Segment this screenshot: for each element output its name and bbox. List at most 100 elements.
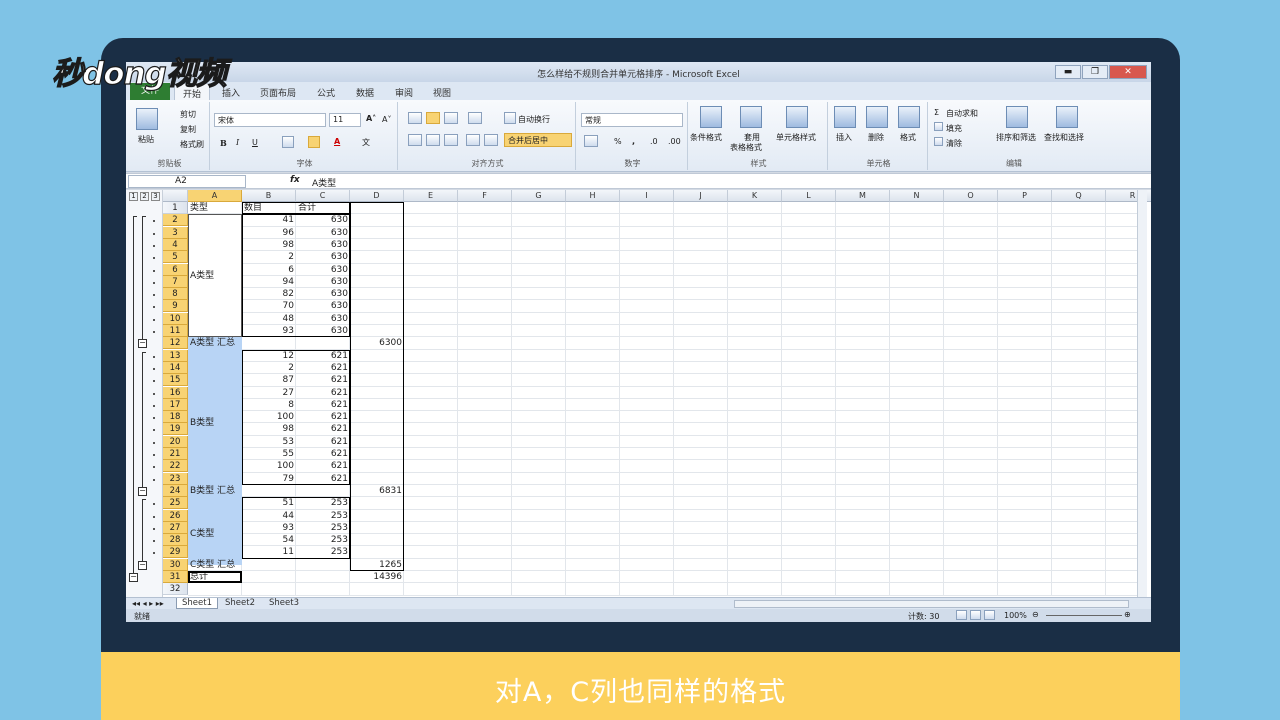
row-header[interactable]: 32 — [163, 583, 188, 596]
merged-type-label[interactable]: A类型 — [188, 270, 216, 282]
column-header-i[interactable]: I — [620, 190, 674, 202]
row-header[interactable]: 9 — [163, 300, 188, 313]
row-header[interactable]: 7 — [163, 275, 188, 288]
row-header[interactable]: 3 — [163, 226, 188, 239]
row-header[interactable]: 12 — [163, 337, 188, 350]
grow-font-button[interactable]: A˄ — [366, 114, 376, 123]
delete-cells-button[interactable]: 删除 — [868, 132, 884, 143]
format-painter-button[interactable]: 格式刷 — [180, 139, 204, 150]
collapse-group-button[interactable]: − — [138, 560, 147, 570]
number-format-select[interactable]: 常规 — [581, 113, 683, 127]
column-header-k[interactable]: K — [728, 190, 782, 202]
merge-center-button[interactable]: 合并后居中 — [504, 133, 572, 147]
row-header[interactable]: 1 — [163, 202, 188, 214]
normal-view-icon[interactable] — [956, 610, 967, 620]
decrease-indent-icon[interactable] — [466, 134, 480, 146]
decrease-decimal-button[interactable]: .00 — [668, 137, 681, 146]
outline-level-1[interactable]: 1 — [129, 192, 138, 201]
zoom-in-button[interactable]: ⊕ — [1124, 610, 1131, 619]
underline-button[interactable]: U — [252, 138, 258, 147]
bold-button[interactable]: B — [220, 138, 227, 148]
wrap-text-button[interactable]: 自动换行 — [518, 114, 550, 125]
row-header[interactable]: 17 — [163, 398, 188, 411]
collapse-group-button[interactable]: − — [138, 339, 147, 349]
font-name-select[interactable]: 宋体 — [214, 113, 326, 127]
row-header[interactable]: 16 — [163, 386, 188, 399]
column-header-b[interactable]: B — [242, 190, 296, 202]
tab-page-layout[interactable]: 页面布局 — [260, 86, 296, 99]
shrink-font-button[interactable]: A˅ — [382, 115, 391, 124]
cell-type-summary[interactable]: B类型 汇总 — [188, 485, 237, 497]
orientation-icon[interactable] — [468, 112, 482, 124]
phonetic-button[interactable]: 文 — [362, 137, 370, 148]
cell-type-summary[interactable]: C类型 汇总 — [188, 559, 237, 571]
column-header-e[interactable]: E — [404, 190, 458, 202]
row-header[interactable]: 30 — [163, 558, 188, 571]
sheet-tab-3[interactable]: Sheet3 — [264, 598, 304, 609]
minimize-button[interactable]: ▬ — [1055, 65, 1081, 79]
paste-icon[interactable] — [136, 108, 158, 130]
fx-icon[interactable]: fx — [290, 175, 300, 185]
column-header-p[interactable]: P — [998, 190, 1052, 202]
maximize-button[interactable]: ❐ — [1082, 65, 1108, 79]
column-header-o[interactable]: O — [944, 190, 998, 202]
tab-data[interactable]: 数据 — [356, 86, 374, 99]
row-header[interactable]: 26 — [163, 509, 188, 522]
sheet-nav-arrows[interactable]: ◂◂ ◂ ▸ ▸▸ — [132, 599, 164, 608]
copy-button[interactable]: 复制 — [180, 124, 196, 135]
find-select-button[interactable]: 查找和选择 — [1044, 132, 1084, 143]
outline-level-2[interactable]: 2 — [140, 192, 149, 201]
page-break-view-icon[interactable] — [984, 610, 995, 620]
tab-view[interactable]: 视图 — [433, 86, 451, 99]
font-size-select[interactable]: 11 — [329, 113, 361, 127]
spreadsheet-grid[interactable]: 1 2 3 A B C D E F G H I J K L M N O P Q R 1 2 41 630 3 96 630 4 98… — [126, 190, 1151, 598]
zoom-slider[interactable] — [1046, 615, 1122, 616]
align-center-icon[interactable] — [426, 134, 440, 146]
row-header[interactable]: 28 — [163, 534, 188, 547]
row-header[interactable]: 20 — [163, 435, 188, 448]
sort-filter-button[interactable]: 排序和筛选 — [996, 132, 1036, 143]
clear-button[interactable]: 清除 — [946, 138, 962, 149]
row-header[interactable]: 6 — [163, 263, 188, 276]
increase-decimal-button[interactable]: .0 — [650, 137, 658, 146]
row-header[interactable]: 18 — [163, 411, 188, 424]
align-right-icon[interactable] — [444, 134, 458, 146]
merged-type-label[interactable]: B类型 — [188, 417, 216, 429]
merged-type-label[interactable]: C类型 — [188, 528, 216, 540]
row-header[interactable]: 10 — [163, 312, 188, 325]
paste-button[interactable]: 粘贴 — [138, 134, 154, 145]
insert-cells-button[interactable]: 插入 — [836, 132, 852, 143]
row-header[interactable]: 13 — [163, 349, 188, 362]
cut-button[interactable]: 剪切 — [180, 109, 196, 120]
collapse-group-button[interactable]: − — [138, 486, 147, 496]
cell-type-summary[interactable]: A类型 汇总 — [188, 337, 237, 349]
row-header[interactable]: 29 — [163, 546, 188, 559]
outline-level-3[interactable]: 3 — [151, 192, 160, 201]
select-all-corner[interactable] — [163, 190, 188, 202]
cell-subtotal[interactable]: 14396 — [350, 571, 404, 583]
row-header[interactable]: 14 — [163, 361, 188, 374]
row-header[interactable]: 2 — [163, 214, 188, 227]
cell-styles-button[interactable]: 单元格样式 — [776, 132, 816, 143]
row-header[interactable]: 15 — [163, 374, 188, 387]
align-middle-icon[interactable] — [426, 112, 440, 124]
row-header[interactable]: 22 — [163, 460, 188, 473]
row-header[interactable]: 4 — [163, 238, 188, 251]
collapse-all-button[interactable]: − — [129, 573, 138, 582]
comma-button[interactable]: , — [632, 137, 635, 146]
close-button[interactable]: ✕ — [1109, 65, 1147, 79]
autosum-button[interactable]: 自动求和 — [946, 108, 978, 119]
column-header-l[interactable]: L — [782, 190, 836, 202]
column-header-a[interactable]: A — [188, 190, 242, 202]
horizontal-scrollbar[interactable] — [734, 600, 1129, 608]
sheet-tab-2[interactable]: Sheet2 — [220, 598, 260, 609]
column-header-f[interactable]: F — [458, 190, 512, 202]
row-header[interactable]: 25 — [163, 497, 188, 510]
row-header[interactable]: 5 — [163, 251, 188, 264]
align-top-icon[interactable] — [408, 112, 422, 124]
row-header[interactable]: 19 — [163, 423, 188, 436]
tab-review[interactable]: 审阅 — [395, 86, 413, 99]
page-layout-view-icon[interactable] — [970, 610, 981, 620]
row-header[interactable]: 31 — [163, 571, 188, 583]
zoom-out-button[interactable]: ⊖ — [1032, 610, 1039, 619]
